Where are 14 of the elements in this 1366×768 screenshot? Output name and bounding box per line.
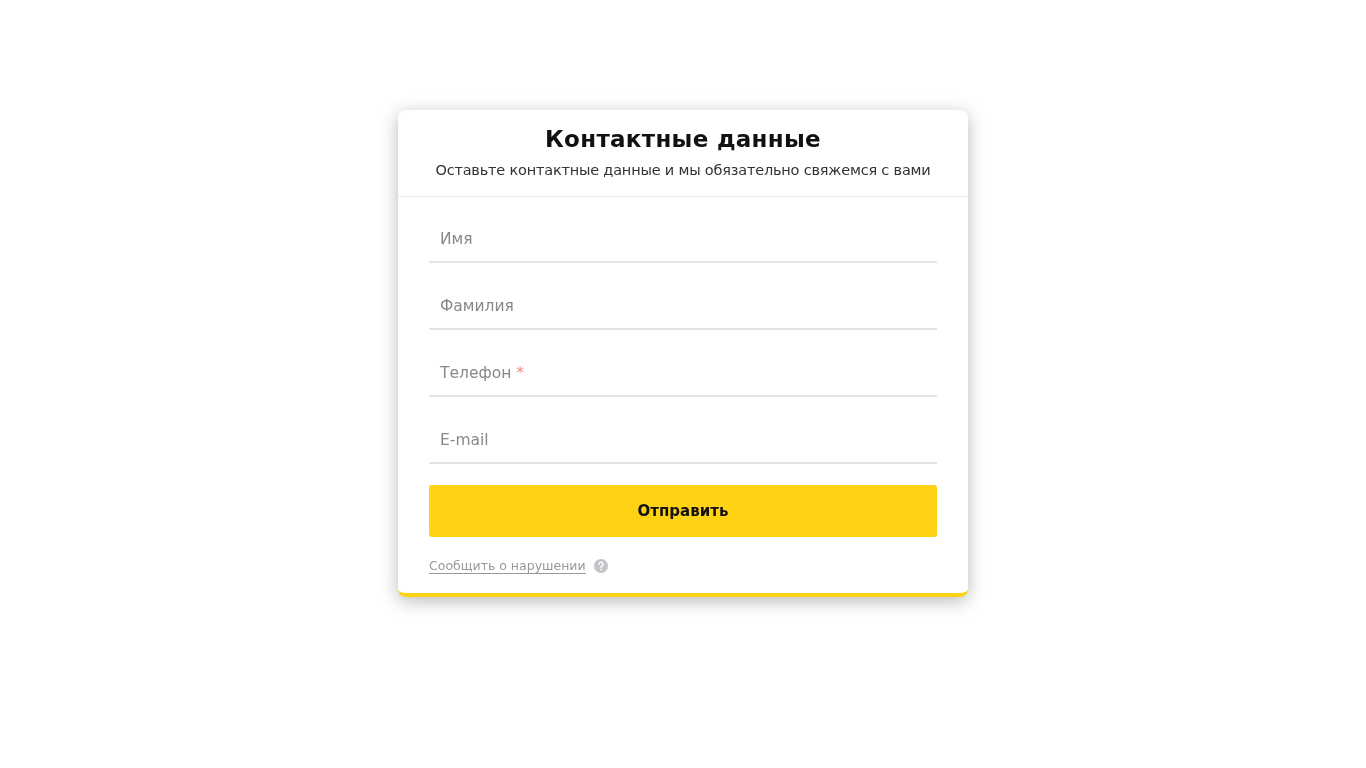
required-marker: * xyxy=(516,364,525,382)
report-link[interactable]: Сообщить о нарушении xyxy=(429,558,586,574)
form-title: Контактные данные xyxy=(545,126,821,152)
field-label: Фамилия xyxy=(440,297,514,315)
form-subtitle: Оставьте контактные данные и мы обязательно свяжемся с вами xyxy=(435,162,931,178)
help-icon[interactable] xyxy=(593,559,608,573)
input-field[interactable]: Имя xyxy=(429,217,937,263)
field-label: Имя xyxy=(440,230,473,248)
input-field[interactable]: Фамилия xyxy=(429,284,937,330)
field-label: Телефон xyxy=(440,364,512,382)
field-label: E-mail xyxy=(440,431,489,449)
submit-button[interactable]: Отправить xyxy=(429,485,937,537)
input-field[interactable]: Телефон * xyxy=(429,351,937,397)
input-field[interactable]: E-mail xyxy=(429,418,937,464)
